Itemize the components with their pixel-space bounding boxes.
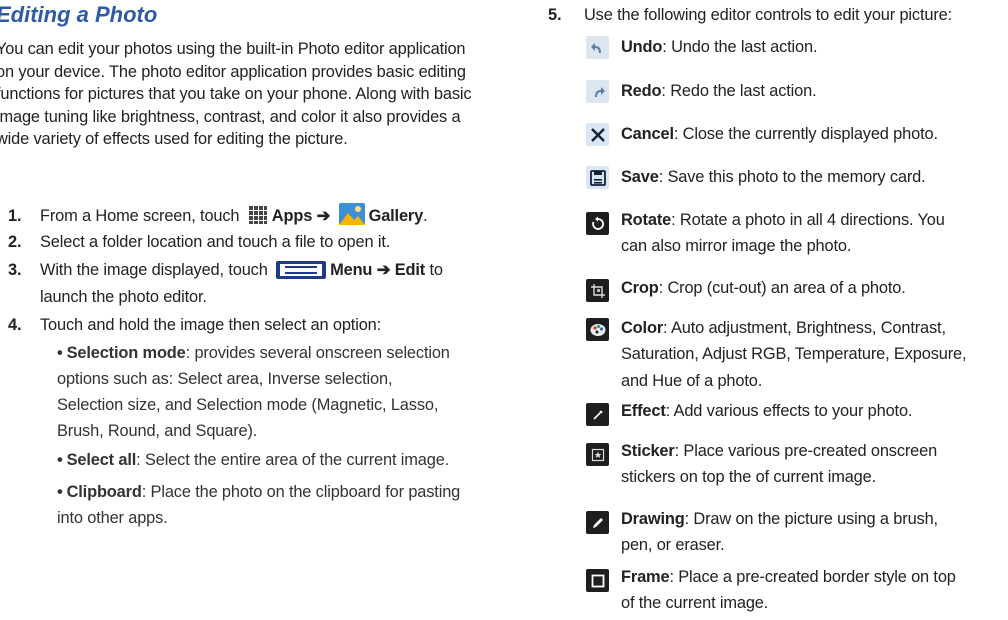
step-4: 4. Touch and hold the image then select a… [8, 314, 483, 337]
bullet-line: Selection size, and Selection mode (Magn… [57, 396, 439, 414]
step-text-continued: launch the photo editor. [40, 287, 207, 306]
step-text: With the image displayed, touch [40, 261, 268, 279]
bullet-line: into other apps. [57, 509, 168, 527]
control-sticker: Sticker: Place various pre-created onscr… [586, 438, 1008, 491]
control-effect: Effect: Add various effects to your phot… [586, 398, 1008, 426]
control-title: Drawing [621, 510, 685, 528]
control-title: Crop [621, 279, 659, 297]
control-title: Sticker [621, 442, 675, 460]
control-desc: : Draw on the picture using a brush, [684, 510, 939, 528]
control-desc: pen, or eraser. [621, 536, 725, 555]
control-title: Effect [621, 402, 666, 420]
gallery-icon [338, 203, 365, 232]
step-text-post: to [429, 261, 443, 279]
control-desc: and Hue of a photo. [621, 371, 763, 390]
control-redo: Redo: Redo the last action. [586, 78, 1008, 104]
control-desc: can also mirror image the photo. [621, 237, 852, 256]
control-desc: : Close the currently displayed photo. [673, 125, 938, 143]
step-number: 5. [548, 6, 562, 24]
redo-icon [586, 80, 609, 103]
control-desc: Saturation, Adjust RGB, Temperature, Exp… [621, 345, 967, 364]
period: . [423, 207, 428, 225]
bullet-selection-mode: • Selection mode: provides several onscre… [57, 340, 487, 444]
control-title: Save [621, 168, 659, 186]
control-undo: Undo: Undo the last action. [586, 34, 1008, 60]
step-2: 2. Select a folder location and touch a f… [8, 231, 483, 254]
step-number: 4. [8, 316, 22, 334]
control-title: Cancel [621, 125, 674, 143]
step-number: 1. [8, 207, 22, 225]
gallery-label: Gallery [368, 207, 424, 225]
menu-icon [276, 261, 327, 286]
control-desc: : Crop (cut-out) an area of a photo. [658, 279, 906, 297]
bullet-clipboard: • Clipboard: Place the photo on the clipb… [57, 479, 487, 531]
control-color: Color: Auto adjustment, Brightness, Cont… [586, 315, 1008, 394]
control-desc: of the current image. [621, 594, 769, 613]
crop-icon [586, 279, 609, 302]
bullet-dot: • [57, 451, 63, 469]
step-number: 2. [8, 233, 22, 251]
step-3: 3. With the image displayed, touch Menu ➔… [8, 259, 483, 308]
sticker-icon [586, 443, 609, 466]
bullet-line: : provides several onscreen selection [185, 344, 450, 362]
bullet-select-all: • Select all: Select the entire area of t… [57, 447, 487, 473]
bullet-dot: • [57, 483, 63, 501]
undo-icon [586, 36, 609, 59]
rotate-icon [586, 212, 609, 235]
apps-grid-icon [248, 205, 268, 232]
step-text: Touch and hold the image then select an … [40, 316, 382, 334]
control-desc: : Place various pre-created onscreen [674, 442, 938, 460]
step-5: 5. Use the following editor controls to e… [548, 4, 1008, 26]
bullet-title: Select all [66, 451, 137, 469]
bullet-title: Clipboard [66, 483, 142, 501]
control-cancel: Cancel: Close the currently displayed ph… [586, 121, 1008, 147]
step-1: 1. From a Home screen, touch Apps ➔ Galle… [8, 203, 483, 232]
control-desc: : Save this photo to the memory card. [658, 168, 926, 186]
cancel-icon [586, 123, 609, 146]
step-text: From a Home screen, touch [40, 207, 240, 225]
color-palette-icon [586, 318, 609, 341]
edit-label: Edit [394, 261, 426, 279]
bullet-line: : Place the photo on the clipboard for p… [141, 483, 461, 501]
arrow-glyph: ➔ [316, 207, 331, 225]
control-desc: : Auto adjustment, Brightness, Contrast, [663, 319, 946, 337]
bullet-line: options such as: Select area, Inverse se… [57, 370, 393, 388]
control-title: Rotate [621, 211, 672, 229]
frame-icon [586, 569, 609, 592]
bullet-dot: • [57, 344, 63, 362]
control-crop: Crop: Crop (cut-out) an area of a photo. [586, 275, 1008, 302]
control-desc: : Add various effects to your photo. [665, 402, 913, 420]
control-title: Undo [621, 38, 663, 56]
control-title: Color [621, 319, 664, 337]
bullet-line: Brush, Round, and Square). [57, 422, 258, 440]
control-desc: : Redo the last action. [661, 82, 817, 100]
step-text: Use the following editor controls to edi… [584, 6, 953, 24]
effect-wand-icon [586, 403, 609, 426]
control-rotate: Rotate: Rotate a photo in all 4 directio… [586, 207, 1008, 260]
control-save: Save: Save this photo to the memory card… [586, 164, 1008, 190]
drawing-pen-icon [586, 511, 609, 534]
menu-label: Menu [330, 261, 373, 279]
control-title: Frame [621, 568, 670, 586]
control-drawing: Drawing: Draw on the picture using a bru… [586, 506, 1008, 559]
intro-paragraph: You can edit your photos using the built… [0, 40, 472, 149]
step-text: Select a folder location and touch a fil… [40, 233, 391, 251]
control-desc: : Undo the last action. [662, 38, 818, 56]
bullet-line: : Select the entire area of the current … [136, 451, 450, 469]
control-desc: : Rotate a photo in all 4 directions. Yo… [671, 211, 945, 229]
apps-label: Apps [271, 207, 313, 225]
step-number: 3. [8, 261, 22, 279]
arrow-glyph: ➔ [376, 261, 391, 279]
control-desc: : Place a pre-created border style on to… [669, 568, 956, 586]
save-icon [586, 166, 609, 189]
control-title: Redo [621, 82, 662, 100]
bullet-title: Selection mode [66, 344, 186, 362]
control-desc: stickers on top the of current image. [621, 468, 877, 487]
section-heading: Editing a Photo [0, 2, 158, 27]
control-frame: Frame: Place a pre-created border style … [586, 564, 1008, 617]
